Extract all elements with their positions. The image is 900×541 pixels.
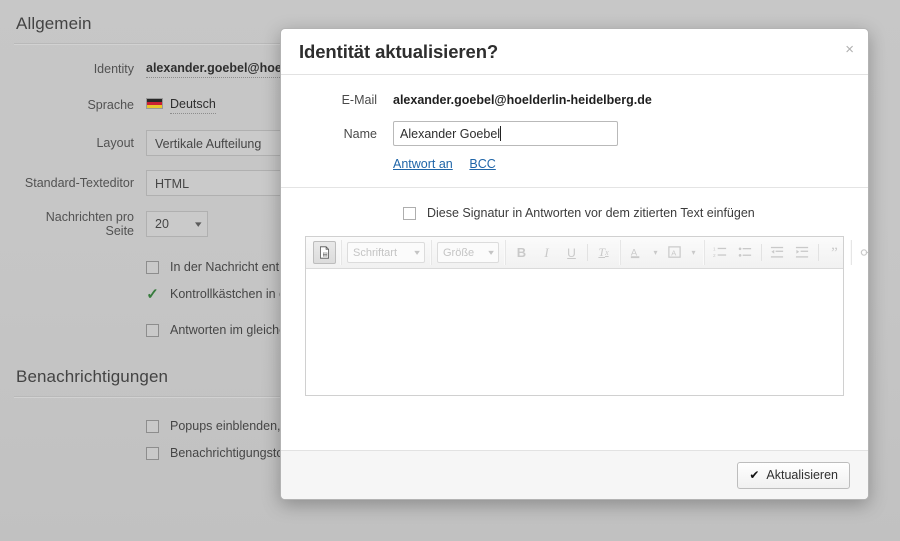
outdent-icon[interactable]: [766, 241, 789, 264]
chevron-down-icon: ▾: [414, 248, 420, 257]
editor-toolbar: ▤ Schriftart ▾ Größe ▾ B I U T x A ▾ A ▾…: [306, 237, 868, 269]
identity-extra-links: Antwort an BCC: [305, 156, 844, 171]
modal-header: Identität aktualisieren? ×: [281, 29, 868, 75]
remove-format-icon[interactable]: Tx: [592, 241, 615, 264]
link-antwort-an[interactable]: Antwort an: [393, 157, 453, 171]
toolbar-group-source: ▤: [309, 240, 341, 265]
toolbar-separator: [587, 244, 588, 261]
link-icon[interactable]: [856, 241, 868, 264]
underline-icon[interactable]: U: [560, 241, 583, 264]
italic-icon[interactable]: I: [535, 241, 558, 264]
svg-text:2: 2: [713, 253, 716, 258]
text-color-icon[interactable]: A: [625, 241, 648, 264]
font-size-dropdown[interactable]: Größe ▾: [437, 242, 499, 263]
toolbar-separator: [818, 244, 819, 261]
background-color-dropdown-icon[interactable]: ▾: [688, 241, 699, 264]
signature-editor-content[interactable]: [306, 269, 843, 395]
name-input-wrap: [393, 121, 618, 146]
row-email: E-Mail alexander.goebel@hoelderlin-heide…: [305, 93, 844, 107]
font-family-dropdown[interactable]: Schriftart ▾: [347, 242, 425, 263]
name-input[interactable]: [393, 121, 618, 146]
check-icon: ✔: [749, 468, 760, 482]
row-signature-checkbox[interactable]: Diese Signatur in Antworten vor dem ziti…: [305, 188, 844, 220]
toolbar-group-colors: A ▾ A ▾: [620, 240, 704, 265]
toolbar-separator: [761, 244, 762, 261]
label-name: Name: [343, 126, 377, 141]
signature-editor: ▤ Schriftart ▾ Größe ▾ B I U T x A ▾ A ▾…: [305, 236, 868, 396]
link-bcc[interactable]: BCC: [469, 157, 495, 171]
row-name: Name: [305, 121, 844, 146]
dialog-title: Identität aktualisieren?: [299, 40, 499, 62]
bold-icon[interactable]: B: [510, 241, 533, 264]
font-size-label: Größe: [443, 246, 475, 259]
modal-body: E-Mail alexander.goebel@hoelderlin-heide…: [281, 75, 868, 450]
bulleted-list-icon[interactable]: [734, 241, 757, 264]
update-button[interactable]: ✔ Aktualisieren: [737, 461, 850, 489]
value-email: alexander.goebel@hoelderlin-heidelberg.d…: [393, 93, 652, 107]
toolbar-group-font: Schriftart ▾: [341, 240, 431, 265]
toolbar-group-size: Größe ▾: [431, 240, 505, 265]
background-color-icon[interactable]: A: [663, 241, 686, 264]
identity-update-dialog: Identität aktualisieren? × E-Mail alexan…: [280, 28, 869, 500]
text-color-dropdown-icon[interactable]: ▾: [650, 241, 661, 264]
font-family-label: Schriftart: [353, 246, 398, 259]
toolbar-group-paragraph: 12 ”: [704, 240, 851, 265]
label-email: E-Mail: [341, 93, 377, 107]
svg-text:1: 1: [713, 247, 716, 252]
svg-text:A: A: [631, 247, 638, 257]
blockquote-icon[interactable]: ”: [823, 241, 846, 264]
text-cursor: [500, 126, 501, 141]
checkbox-signature-before-quote[interactable]: [403, 206, 416, 220]
numbered-list-icon[interactable]: 12: [709, 241, 732, 264]
svg-text:▤: ▤: [322, 252, 328, 258]
close-icon[interactable]: ×: [845, 42, 854, 57]
source-icon[interactable]: ▤: [313, 241, 336, 264]
toolbar-group-link: [851, 240, 868, 265]
svg-text:A: A: [671, 248, 676, 257]
indent-icon[interactable]: [791, 241, 814, 264]
update-button-label: Aktualisieren: [766, 468, 838, 482]
label-signature-before-quote: Diese Signatur in Antworten vor dem ziti…: [427, 206, 755, 220]
chevron-down-icon: ▾: [488, 248, 494, 257]
modal-footer: ✔ Aktualisieren: [281, 450, 868, 499]
toolbar-group-textstyle: B I U Tx: [505, 240, 620, 265]
